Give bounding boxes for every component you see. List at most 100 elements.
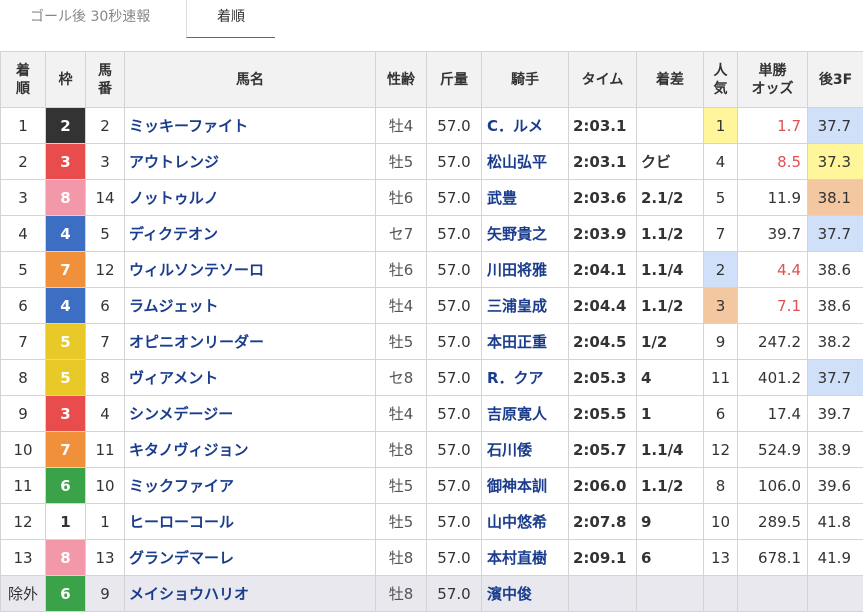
header-name[interactable]: 馬名 — [124, 51, 376, 108]
header-pop[interactable]: 人気 — [703, 51, 738, 108]
jockey-link[interactable]: 三浦皇成 — [481, 287, 569, 324]
rank-cell: 5 — [0, 251, 46, 288]
last3f-cell: 38.9 — [807, 431, 863, 468]
horse-name-link[interactable]: シンメデージー — [124, 395, 376, 432]
jockey-link[interactable]: 松山弘平 — [481, 143, 569, 180]
odds-cell: 39.7 — [737, 215, 808, 252]
weight-cell: 57.0 — [426, 107, 482, 144]
popularity-cell: 5 — [703, 179, 738, 216]
frame-cell: 7 — [45, 251, 86, 288]
horse-number-cell: 1 — [85, 503, 125, 540]
margin-cell: 1.1/2 — [636, 215, 704, 252]
jockey-link[interactable]: 濱中俊 — [481, 575, 569, 612]
horse-number-cell: 5 — [85, 215, 125, 252]
header-last3f[interactable]: 後3F — [807, 51, 863, 108]
header-num[interactable]: 馬番 — [85, 51, 125, 108]
horse-name-link[interactable]: ノットゥルノ — [124, 179, 376, 216]
horse-name-link[interactable]: アウトレンジ — [124, 143, 376, 180]
last3f-cell: 37.7 — [807, 359, 863, 396]
weight-cell: 57.0 — [426, 539, 482, 576]
header-row: 着順 枠 馬番 馬名 性齢 斤量 騎手 タイム 着差 人気 単勝 オッズ 後3F — [0, 51, 863, 108]
rank-cell: 9 — [0, 395, 46, 432]
jockey-link[interactable]: 石川倭 — [481, 431, 569, 468]
horse-number-cell: 13 — [85, 539, 125, 576]
margin-cell — [636, 575, 704, 612]
weight-cell: 57.0 — [426, 323, 482, 360]
header-weight[interactable]: 斤量 — [426, 51, 482, 108]
header-odds[interactable]: 単勝 オッズ — [737, 51, 808, 108]
header-rank[interactable]: 着順 — [0, 51, 46, 108]
weight-cell: 57.0 — [426, 251, 482, 288]
last3f-cell: 39.7 — [807, 395, 863, 432]
horse-name-link[interactable]: メイショウハリオ — [124, 575, 376, 612]
horse-number-cell: 2 — [85, 107, 125, 144]
jockey-link[interactable]: 吉原寛人 — [481, 395, 569, 432]
table-row: 6 4 6 ラムジェット 牡4 57.0 三浦皇成 2:04.4 1.1/2 3 7.1 38.6 — [0, 287, 863, 324]
jockey-link[interactable]: 矢野貴之 — [481, 215, 569, 252]
sex-age-cell: 牡6 — [375, 179, 427, 216]
weight-cell: 57.0 — [426, 143, 482, 180]
time-cell: 2:04.5 — [568, 323, 637, 360]
odds-cell: 524.9 — [737, 431, 808, 468]
table-row: 8 5 8 ヴィアメント セ8 57.0 R．クア 2:05.3 4 11 401.2 37.7 — [0, 359, 863, 396]
header-time[interactable]: タイム — [568, 51, 637, 108]
margin-cell: 1/2 — [636, 323, 704, 360]
weight-cell: 57.0 — [426, 287, 482, 324]
horse-name-link[interactable]: ウィルソンテソーロ — [124, 251, 376, 288]
sex-age-cell: 牡5 — [375, 503, 427, 540]
odds-cell: 247.2 — [737, 323, 808, 360]
header-jockey[interactable]: 騎手 — [481, 51, 569, 108]
frame-cell: 3 — [45, 395, 86, 432]
last3f-cell: 38.6 — [807, 287, 863, 324]
header-sexage[interactable]: 性齢 — [375, 51, 427, 108]
sex-age-cell: 牡8 — [375, 539, 427, 576]
frame-cell: 3 — [45, 143, 86, 180]
horse-name-link[interactable]: オピニオンリーダー — [124, 323, 376, 360]
header-margin[interactable]: 着差 — [636, 51, 704, 108]
time-cell: 2:05.5 — [568, 395, 637, 432]
sex-age-cell: セ7 — [375, 215, 427, 252]
horse-name-link[interactable]: キタノヴィジョン — [124, 431, 376, 468]
popularity-cell: 12 — [703, 431, 738, 468]
jockey-link[interactable]: 御神本訓 — [481, 467, 569, 504]
header-frame[interactable]: 枠 — [45, 51, 86, 108]
results-table: 着順 枠 馬番 馬名 性齢 斤量 騎手 タイム 着差 人気 単勝 オッズ 後3F … — [0, 51, 863, 612]
jockey-link[interactable]: 本村直樹 — [481, 539, 569, 576]
jockey-link[interactable]: 山中悠希 — [481, 503, 569, 540]
horse-name-link[interactable]: ラムジェット — [124, 287, 376, 324]
horse-name-link[interactable]: グランデマーレ — [124, 539, 376, 576]
frame-cell: 8 — [45, 539, 86, 576]
tab-goal-flash[interactable]: ゴール後 30秒速報 — [30, 0, 150, 38]
frame-cell: 4 — [45, 287, 86, 324]
popularity-cell: 7 — [703, 215, 738, 252]
last3f-cell: 37.7 — [807, 107, 863, 144]
horse-number-cell: 11 — [85, 431, 125, 468]
jockey-link[interactable]: 川田将雅 — [481, 251, 569, 288]
last3f-cell: 38.6 — [807, 251, 863, 288]
jockey-link[interactable]: 本田正重 — [481, 323, 569, 360]
jockey-link[interactable]: 武豊 — [481, 179, 569, 216]
jockey-link[interactable]: C．ルメ — [481, 107, 569, 144]
frame-cell: 2 — [45, 107, 86, 144]
last3f-cell: 37.3 — [807, 143, 863, 180]
horse-name-link[interactable]: ミッキーファイト — [124, 107, 376, 144]
rank-cell: 1 — [0, 107, 46, 144]
tab-finish-order[interactable]: 着順 — [186, 0, 275, 38]
frame-cell: 6 — [45, 467, 86, 504]
popularity-cell: 11 — [703, 359, 738, 396]
odds-cell: 4.4 — [737, 251, 808, 288]
horse-name-link[interactable]: ディクテオン — [124, 215, 376, 252]
horse-name-link[interactable]: ヴィアメント — [124, 359, 376, 396]
margin-cell: 2.1/2 — [636, 179, 704, 216]
horse-number-cell: 9 — [85, 575, 125, 612]
jockey-link[interactable]: R．クア — [481, 359, 569, 396]
rank-cell: 11 — [0, 467, 46, 504]
horse-name-link[interactable]: ミックファイア — [124, 467, 376, 504]
popularity-cell: 3 — [703, 287, 738, 324]
odds-cell: 401.2 — [737, 359, 808, 396]
odds-cell: 8.5 — [737, 143, 808, 180]
time-cell: 2:06.0 — [568, 467, 637, 504]
horse-name-link[interactable]: ヒーローコール — [124, 503, 376, 540]
weight-cell: 57.0 — [426, 179, 482, 216]
frame-cell: 4 — [45, 215, 86, 252]
